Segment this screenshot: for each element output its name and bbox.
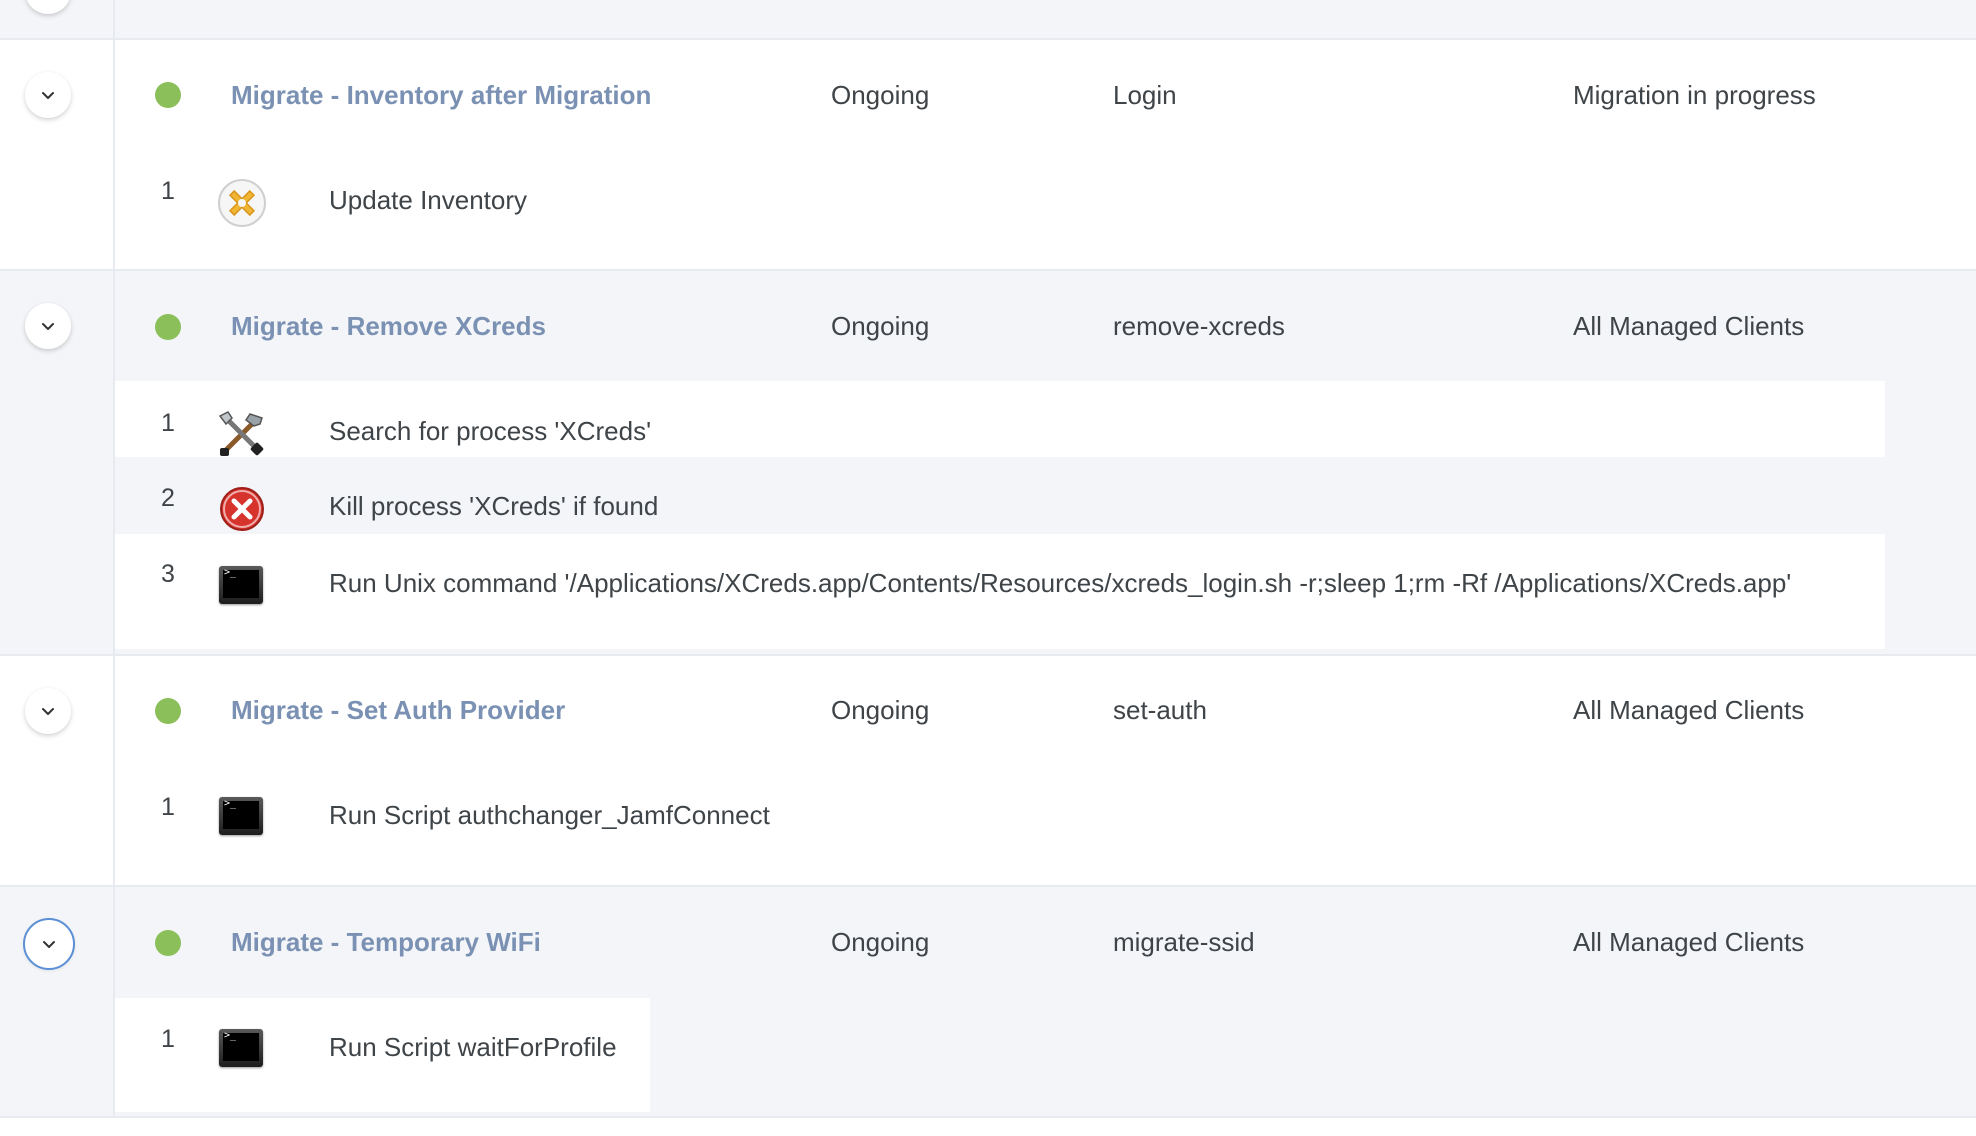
step-number: 3 [161,560,175,588]
step-number: 2 [161,484,175,512]
policy-band-1 [0,39,1976,270]
step-description: Search for process 'XCreds' [329,416,652,446]
policy-scope: All Managed Clients [1573,695,1805,725]
bottom-band [0,1117,1976,1136]
step-number: 1 [161,1025,175,1053]
status-enabled-icon [155,82,181,108]
policy-name-link[interactable]: Migrate - Remove XCreds [231,311,546,341]
step-number: 1 [161,177,175,205]
terminal-icon: >_ [219,797,263,835]
chevron-down-icon [43,941,55,948]
chevron-down-icon [42,92,54,99]
status-enabled-icon [155,314,181,340]
policy-name-link[interactable]: Migrate - Temporary WiFi [231,927,541,957]
step-number: 1 [161,409,175,437]
expand-toggle-button[interactable] [25,72,71,118]
status-enabled-icon [155,698,181,724]
policy-trigger: remove-xcreds [1113,311,1285,341]
status-enabled-icon [155,930,181,956]
top-row-band [0,0,1976,39]
step-description: Run Script waitForProfile [329,1032,617,1062]
policy-scope: All Managed Clients [1573,311,1805,341]
policy-trigger: set-auth [1113,695,1207,725]
tools-icon [216,410,268,458]
expand-toggle-button[interactable] [25,688,71,734]
chevron-down-icon [42,323,54,330]
row-divider [0,654,1976,656]
policy-frequency: Ongoing [831,695,930,725]
policy-trigger: Login [1113,80,1177,110]
terminal-icon: >_ [219,566,263,604]
chevron-down-icon [42,708,54,715]
kill-process-icon [219,486,265,532]
policy-trigger: migrate-ssid [1113,927,1255,957]
terminal-icon: >_ [219,1029,263,1067]
policy-name-link[interactable]: Migrate - Inventory after Migration [231,80,651,110]
step-description: Run Unix command '/Applications/XCreds.a… [329,568,1792,598]
row-divider [0,885,1976,887]
policy-frequency: Ongoing [831,927,930,957]
step-description: Run Script authchanger_JamfConnect [329,800,770,830]
step-number: 1 [161,793,175,821]
policy-frequency: Ongoing [831,80,930,110]
policy-name-link[interactable]: Migrate - Set Auth Provider [231,695,565,725]
step-description: Update Inventory [329,185,528,215]
policy-band-3 [0,655,1976,886]
policy-scope: All Managed Clients [1573,927,1805,957]
policy-frequency: Ongoing [831,311,930,341]
row-divider [0,1116,1976,1118]
step-description: Kill process 'XCreds' if found [329,491,659,521]
row-divider [0,38,1976,40]
row-divider [0,269,1976,271]
expand-toggle-button[interactable] [23,918,75,970]
inventory-icon [217,178,267,228]
toggle-column-divider [113,0,115,1117]
expand-toggle-button[interactable] [25,303,71,349]
policy-scope: Migration in progress [1573,80,1816,110]
